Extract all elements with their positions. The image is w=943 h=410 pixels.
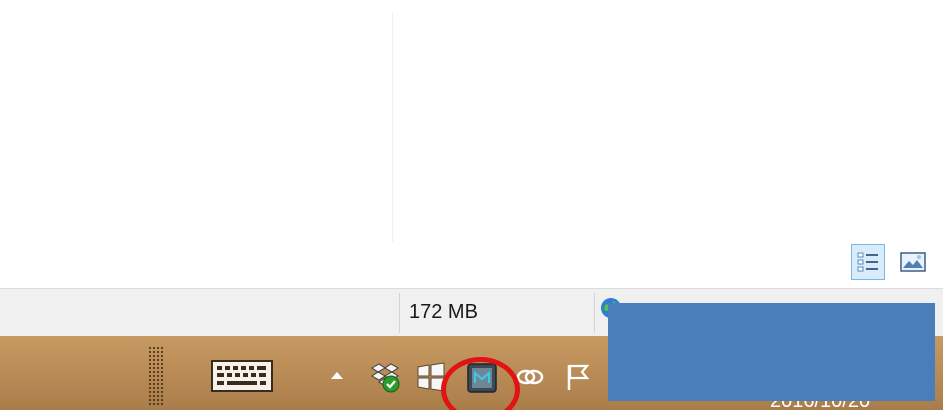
sync-tray-button[interactable] [512,360,548,394]
chevron-up-icon [331,372,343,379]
sync-icon [516,369,544,385]
redaction-box [608,303,935,401]
large-icons-view-icon [900,252,926,272]
large-icons-view-button[interactable] [897,244,929,280]
app-tray-button[interactable] [460,356,504,400]
app-icon [467,363,497,393]
touch-keyboard-button[interactable] [210,356,274,396]
windows-icon [417,362,445,392]
status-separator [594,293,595,333]
screen: 172 MB [0,0,943,410]
windows-update-button[interactable] [414,360,448,394]
dropbox-tray-button[interactable] [366,358,404,396]
show-hidden-icons-button[interactable] [326,364,348,386]
status-separator [399,293,400,333]
details-view-icon [857,252,878,272]
action-center-button[interactable] [558,358,598,396]
taskbar-gripper[interactable] [148,346,164,406]
column-divider [392,12,393,242]
dropbox-icon [371,363,400,393]
details-view-button[interactable] [851,244,885,280]
flag-icon [567,364,590,390]
keyboard-icon [211,360,273,392]
selection-size-text: 172 MB [409,301,478,323]
file-list-pane[interactable] [0,0,943,288]
